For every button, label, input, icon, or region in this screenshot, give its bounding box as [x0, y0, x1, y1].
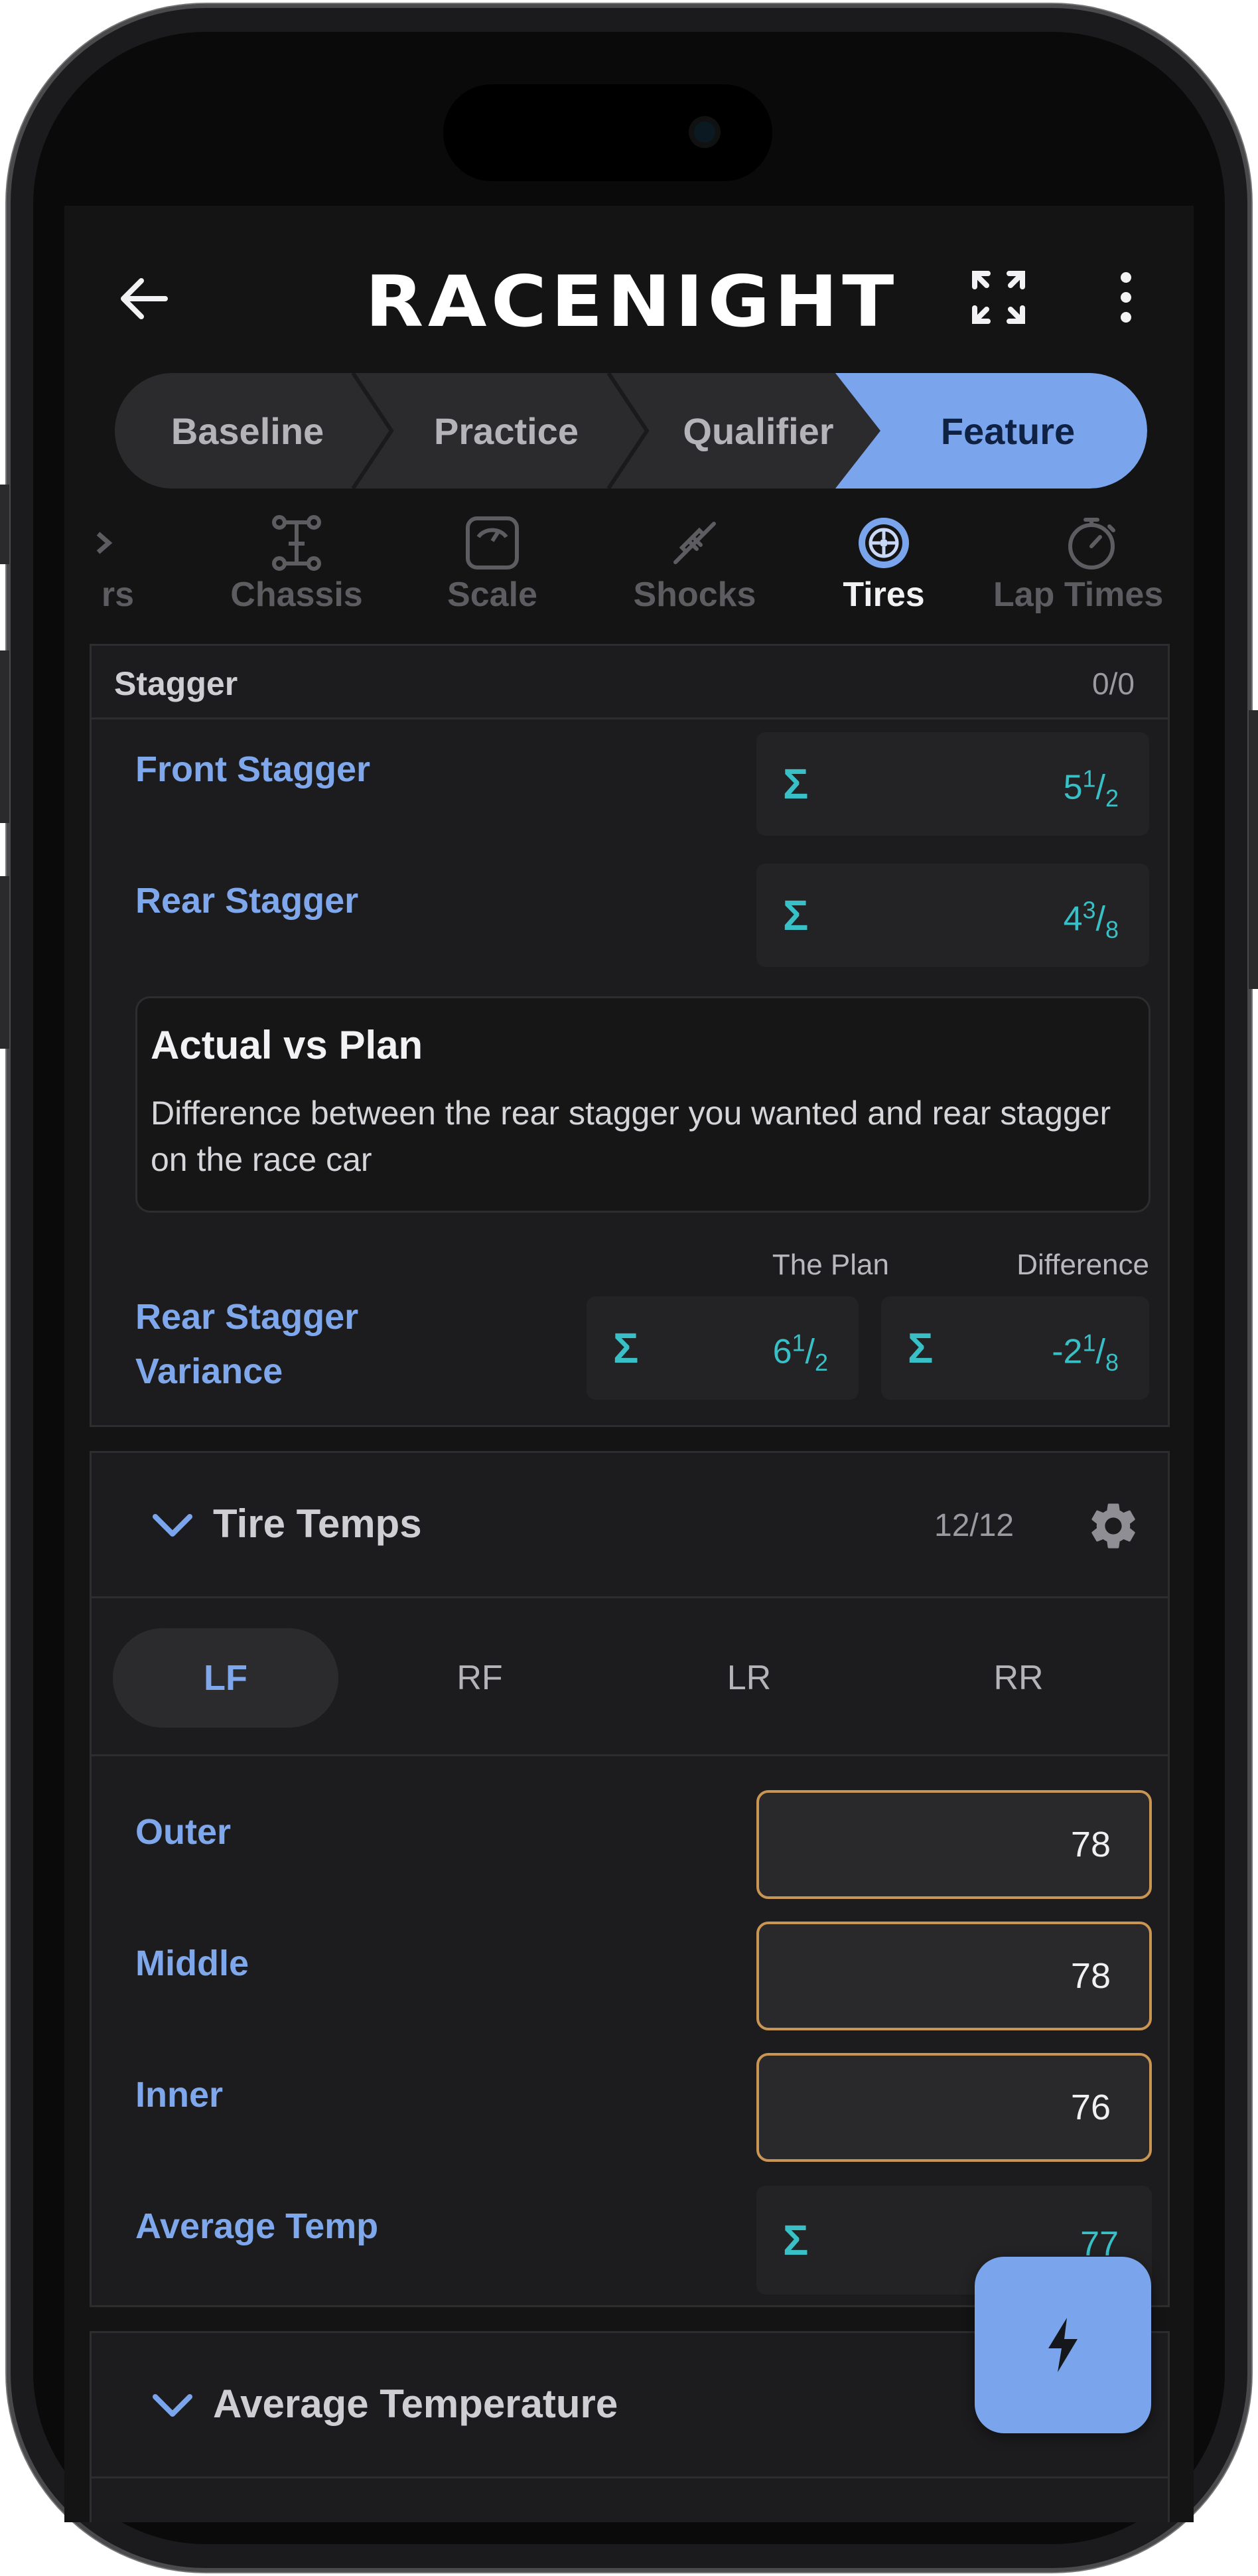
chassis-icon	[272, 515, 321, 571]
front-stagger-label: Front Stagger	[135, 749, 371, 789]
tab-label: Chassis	[230, 575, 363, 614]
average-temperature-title: Average Temperature	[213, 2382, 618, 2426]
corner-tab-lf[interactable]: LF	[113, 1628, 338, 1728]
inner-temp-value: 76	[1070, 2087, 1111, 2127]
outer-temp-input[interactable]: 78	[756, 1790, 1152, 1899]
tab-shocks[interactable]: Shocks	[615, 511, 774, 624]
breadcrumb-step-qualifier[interactable]: Qualifier	[639, 373, 878, 489]
tab-label: rs	[101, 575, 134, 614]
tab-scale[interactable]: Scale	[426, 511, 559, 624]
phone-side-button	[1249, 710, 1258, 989]
note-title: Actual vs Plan	[151, 1023, 423, 1067]
stagger-count: 0/0	[1092, 666, 1135, 701]
tire-temps-title: Tire Temps	[213, 1501, 422, 1546]
actual-vs-plan-note: Actual vs Plan Difference between the re…	[135, 996, 1151, 1213]
corner-tab-rf[interactable]: RF	[390, 1628, 569, 1728]
phone-side-button	[0, 650, 9, 823]
tab-label: Shocks	[633, 575, 756, 614]
back-button[interactable]	[111, 265, 177, 332]
quick-action-button[interactable]	[975, 2257, 1151, 2433]
shock-icon	[673, 522, 716, 564]
inner-temp-input[interactable]: 76	[756, 2053, 1152, 2162]
tire-temps-panel: Tire Temps 12/12 LF RF LR RR Outer 78 Mi…	[90, 1451, 1170, 2307]
plan-column-header: The Plan	[772, 1249, 889, 1281]
gear-icon	[1091, 1503, 1135, 1549]
front-stagger-field[interactable]: Σ 51/2	[756, 732, 1149, 836]
stagger-title: Stagger	[114, 665, 238, 702]
more-options-button[interactable]	[1096, 264, 1156, 331]
plan-stagger-field[interactable]: Σ 61/2	[587, 1296, 859, 1400]
category-tabs: rs Chassis Scale Shocks Tires Lap Times	[64, 511, 1194, 624]
tab-chassis[interactable]: Chassis	[217, 511, 376, 624]
corner-tab-rr[interactable]: RR	[929, 1628, 1108, 1728]
tab-partial[interactable]: rs	[64, 511, 134, 624]
middle-temp-value: 78	[1070, 1956, 1111, 1996]
outer-temp-label: Outer	[135, 1812, 232, 1852]
stagger-difference-field[interactable]: Σ -21/8	[881, 1296, 1149, 1400]
session-breadcrumb: Baseline Practice Qualifier Feature	[115, 373, 1147, 489]
chevron-down-icon	[153, 2394, 192, 2417]
more-vertical-icon	[1121, 272, 1131, 323]
fullscreen-button[interactable]	[965, 264, 1032, 331]
breadcrumb-step-feature[interactable]: Feature	[835, 373, 1147, 489]
average-temp-label: Average Temp	[135, 2206, 379, 2246]
rear-stagger-value: 43/8	[1063, 896, 1119, 944]
phone-side-button	[0, 485, 9, 564]
front-stagger-value: 51/2	[1063, 765, 1119, 812]
breadcrumb-step-baseline[interactable]: Baseline	[115, 373, 380, 489]
rear-stagger-variance-label: Rear Stagger Variance	[135, 1297, 359, 1391]
tire-temps-header[interactable]: Tire Temps 12/12	[92, 1453, 1168, 1598]
stopwatch-icon	[1068, 518, 1115, 569]
tab-lap-times[interactable]: Lap Times	[987, 511, 1194, 624]
dynamic-island	[443, 84, 772, 181]
outer-temp-value: 78	[1070, 1825, 1111, 1864]
tab-label: Tires	[843, 575, 925, 614]
chevron-down-icon	[153, 1514, 192, 1537]
middle-temp-input[interactable]: 78	[756, 1922, 1152, 2030]
corner-tab-lr[interactable]: LR	[660, 1628, 839, 1728]
calculated-sigma-icon: Σ	[783, 2216, 809, 2264]
rear-stagger-field[interactable]: Σ 43/8	[756, 864, 1149, 967]
app-logo: RACENIGHT	[365, 261, 898, 342]
tire-temps-count: 12/12	[934, 1508, 1014, 1543]
inner-temp-label: Inner	[135, 2075, 224, 2115]
fullscreen-icon	[972, 271, 1025, 324]
calculated-sigma-icon: Σ	[908, 1324, 934, 1372]
stagger-difference-value: -21/8	[1052, 1329, 1119, 1377]
chevron-right-icon	[96, 532, 113, 554]
front-camera	[689, 116, 721, 148]
tab-tires[interactable]: Tires	[817, 511, 950, 624]
tab-label: Scale	[447, 575, 537, 614]
tab-label: Lap Times	[993, 575, 1164, 614]
plan-stagger-value: 61/2	[772, 1329, 828, 1377]
rear-stagger-label: Rear Stagger	[135, 881, 359, 921]
middle-temp-label: Middle	[135, 1943, 249, 1983]
stagger-panel-header: Stagger 0/0	[92, 646, 1168, 720]
tire-icon	[859, 518, 909, 568]
difference-column-header: Difference	[1016, 1249, 1149, 1281]
app-screen: RACENIGHT Baseline Practice Qualifier Fe…	[64, 206, 1194, 2522]
phone-side-button	[0, 876, 9, 1049]
arrow-left-icon	[121, 278, 168, 319]
calculated-sigma-icon: Σ	[613, 1324, 639, 1372]
scale-icon	[466, 516, 519, 569]
breadcrumb-step-practice[interactable]: Practice	[380, 373, 632, 489]
tire-temps-settings-button[interactable]	[1080, 1493, 1147, 1559]
app-header: RACENIGHT	[64, 206, 1194, 378]
calculated-sigma-icon: Σ	[783, 891, 809, 939]
tire-corner-selector: LF RF LR RR	[92, 1596, 1168, 1756]
stagger-panel: Stagger 0/0 Front Stagger Σ 51/2 Rear St…	[90, 644, 1170, 1427]
lightning-bolt-icon	[1048, 2318, 1078, 2372]
note-body: Difference between the rear stagger you …	[151, 1095, 1111, 1178]
calculated-sigma-icon: Σ	[783, 760, 809, 808]
